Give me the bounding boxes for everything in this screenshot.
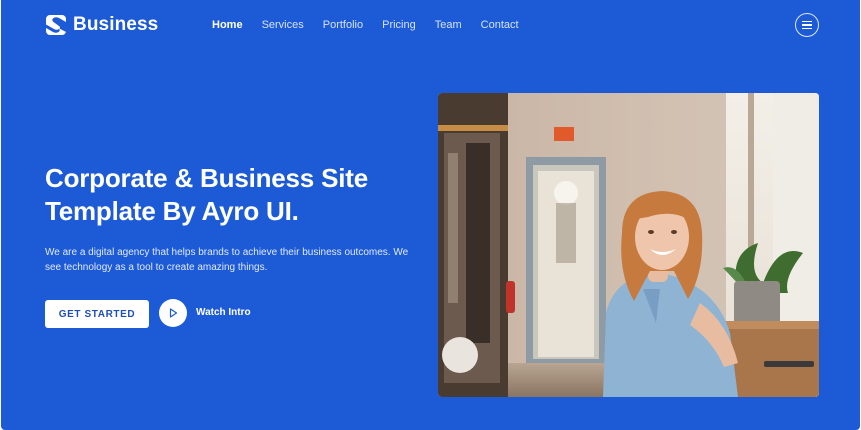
nav-link-services[interactable]: Services — [262, 18, 304, 32]
hamburger-menu-icon — [802, 20, 812, 22]
hero-title: Corporate & Business Site Template By Ay… — [45, 162, 425, 228]
hero-photo-illustration — [438, 93, 819, 397]
nav-link-home[interactable]: Home — [212, 18, 243, 32]
brand-name: Business — [73, 14, 159, 35]
watch-intro-play-button[interactable] — [159, 299, 187, 327]
logo-mark-icon — [46, 15, 66, 35]
main-nav: Home Services Portfolio Pricing Team Con… — [212, 18, 538, 32]
hero-title-line-1: Corporate & Business Site — [45, 163, 368, 193]
hero-title-line-2: Template By Ayro UI. — [45, 196, 299, 226]
play-icon — [169, 308, 178, 318]
get-started-button[interactable]: GET STARTED — [45, 300, 149, 328]
hero-description-line-1: We are a digital agency that helps brand… — [45, 247, 409, 258]
hero-photo — [438, 93, 819, 397]
brand-logo[interactable]: Business — [46, 14, 158, 36]
nav-link-contact[interactable]: Contact — [481, 18, 519, 32]
hero-description-line-2: see technology as a tool to create amazi… — [45, 262, 268, 273]
hamburger-menu-icon-bar — [802, 24, 812, 26]
hamburger-menu-button[interactable] — [795, 13, 819, 37]
nav-link-portfolio[interactable]: Portfolio — [323, 18, 363, 32]
nav-link-pricing[interactable]: Pricing — [382, 18, 416, 32]
hero-description: We are a digital agency that helps brand… — [45, 245, 425, 275]
nav-link-team[interactable]: Team — [435, 18, 462, 32]
hero-section: Business Home Services Portfolio Pricing… — [1, 0, 860, 430]
watch-intro-link[interactable]: Watch Intro — [196, 307, 251, 319]
hamburger-menu-icon-bar — [802, 28, 812, 30]
